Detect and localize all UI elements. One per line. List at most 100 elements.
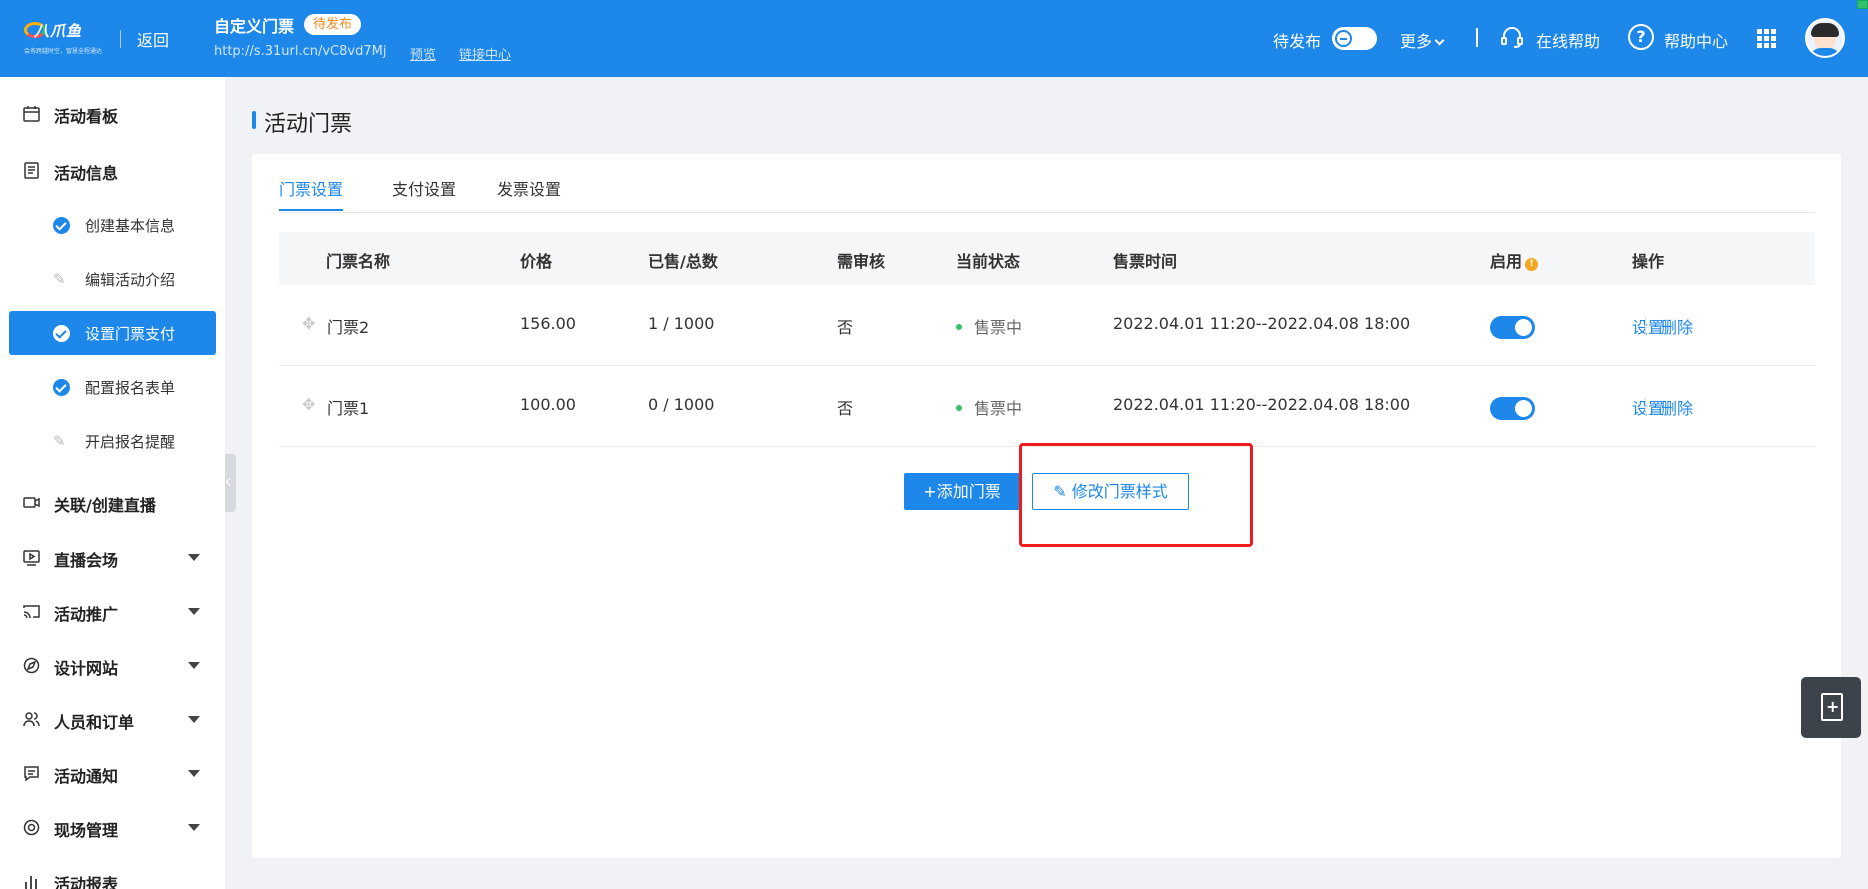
sidebar-item-event-info[interactable]: 活动信息 xyxy=(0,150,225,190)
delete-link[interactable]: 删除 xyxy=(1661,314,1693,338)
enable-toggle[interactable] xyxy=(1490,316,1535,339)
drag-handle-icon[interactable]: ✥ xyxy=(302,314,315,333)
header-divider xyxy=(120,30,121,48)
logo-text: 八爪鱼 xyxy=(34,22,83,40)
op-divider xyxy=(1645,398,1646,416)
sidebar-item-label: 活动报表 xyxy=(54,875,119,889)
drag-handle-icon[interactable]: ✥ xyxy=(302,395,315,414)
ticket-review: 否 xyxy=(837,399,854,418)
heading-accent xyxy=(252,111,256,129)
sidebar-item-label: 活动信息 xyxy=(54,164,119,183)
sidebar-item-label: 设计网站 xyxy=(54,659,119,678)
new-document-float-button[interactable] xyxy=(1801,677,1861,738)
header-separator xyxy=(1476,28,1478,47)
headset-icon xyxy=(1501,27,1523,48)
sub-item-registration-reminder[interactable]: ✎ 开启报名提醒 xyxy=(9,419,216,463)
ticket-price: 100.00 xyxy=(520,395,576,414)
caret-down-icon xyxy=(188,662,200,669)
settings-link[interactable]: 设置 xyxy=(1632,395,1664,419)
pencil-icon: ✎ xyxy=(1053,482,1072,501)
sidebar-collapse-handle[interactable] xyxy=(225,454,236,512)
caret-down-icon xyxy=(188,554,200,561)
ticket-name: 门票1 xyxy=(327,399,370,418)
tab-invoice-settings[interactable]: 发票设置 xyxy=(497,176,561,200)
caret-down-icon xyxy=(188,770,200,777)
help-center-label: 帮助中心 xyxy=(1664,32,1729,51)
sidebar-item-notifications[interactable]: 活动通知 xyxy=(0,753,225,793)
settings-link[interactable]: 设置 xyxy=(1632,314,1664,338)
people-icon xyxy=(23,712,40,727)
page-title: 活动门票 xyxy=(264,112,353,137)
modify-ticket-style-button[interactable]: ✎ 修改门票样式 xyxy=(1032,473,1189,510)
back-button[interactable]: 返回 xyxy=(137,27,169,51)
publish-toggle[interactable] xyxy=(1332,27,1377,50)
caret-down-icon xyxy=(188,608,200,615)
sub-item-label: 编辑活动介绍 xyxy=(85,271,176,289)
pencil-icon: ✎ xyxy=(53,432,66,450)
preview-link[interactable]: 预览 xyxy=(410,44,436,63)
user-avatar[interactable] xyxy=(1805,18,1845,58)
tab-bar: 门票设置 支付设置 发票设置 xyxy=(279,154,1815,213)
sidebar-item-link-live[interactable]: 关联/创建直播 xyxy=(0,482,225,522)
sidebar-item-design-site[interactable]: 设计网站 xyxy=(0,645,225,685)
more-label: 更多 xyxy=(1400,32,1433,51)
calendar-icon xyxy=(23,106,40,122)
sidebar-item-promotion[interactable]: 活动推广 xyxy=(0,591,225,631)
chevron-down-icon xyxy=(1434,35,1445,46)
ticket-sold: 1 / 1000 xyxy=(648,314,715,333)
sidebar-item-dashboard[interactable]: 活动看板 xyxy=(0,93,225,133)
sub-item-registration-form[interactable]: 配置报名表单 xyxy=(9,365,216,409)
event-url: http://s.31url.cn/vC8vd7Mj xyxy=(214,44,387,59)
tab-ticket-settings[interactable]: 门票设置 xyxy=(279,176,344,211)
apps-grid-icon[interactable] xyxy=(1757,29,1777,49)
sidebar-item-onsite[interactable]: 现场管理 xyxy=(0,807,225,847)
compass-icon xyxy=(23,657,40,674)
delete-link[interactable]: 删除 xyxy=(1661,395,1693,419)
ticket-status: 售票中 xyxy=(956,395,1022,419)
top-header: 八爪鱼 会务跨越时空，智慧全程通达 返回 自定义门票 待发布 http://s.… xyxy=(0,0,1868,77)
column-header: 售票时间 xyxy=(1113,252,1178,271)
cast-icon xyxy=(23,605,40,619)
ticket-price: 156.00 xyxy=(520,314,576,333)
target-icon xyxy=(23,819,40,836)
add-ticket-button[interactable]: +添加门票 xyxy=(904,473,1020,510)
sidebar-item-people-orders[interactable]: 人员和订单 xyxy=(0,699,225,739)
sub-item-event-intro[interactable]: ✎ 编辑活动介绍 xyxy=(9,257,216,301)
ticket-review: 否 xyxy=(837,318,854,337)
logo-slogan: 会务跨越时空，智慧全程通达 xyxy=(24,48,103,55)
document-icon xyxy=(24,162,39,179)
tab-payment-settings[interactable]: 支付设置 xyxy=(392,176,456,200)
sub-item-basic-info[interactable]: 创建基本信息 xyxy=(9,203,216,247)
column-header: 价格 xyxy=(520,252,553,271)
table-header: 门票名称 价格 已售/总数 需审核 当前状态 售票时间 启用! 操作 xyxy=(279,232,1815,285)
file-add-icon xyxy=(1821,693,1843,721)
table-row: ✥ 门票2 156.00 1 / 1000 否 售票中 2022.04.01 1… xyxy=(279,285,1815,366)
link-center-link[interactable]: 链接中心 xyxy=(459,44,511,63)
more-menu-button[interactable]: 更多 xyxy=(1400,28,1445,52)
bar-chart-icon xyxy=(25,876,37,889)
sidebar-item-label: 直播会场 xyxy=(54,551,119,570)
status-text: 售票中 xyxy=(974,399,1023,418)
logo[interactable]: 八爪鱼 会务跨越时空，智慧全程通达 xyxy=(24,18,106,56)
video-icon xyxy=(23,497,40,508)
ticket-sale-time: 2022.04.01 11:20--2022.04.08 18:00 xyxy=(1113,314,1411,333)
publish-state-label: 待发布 xyxy=(1273,32,1322,51)
column-header: 已售/总数 xyxy=(648,252,718,271)
column-header: 当前状态 xyxy=(956,252,1021,271)
status-dot-icon xyxy=(956,405,962,411)
sub-item-ticket-payment[interactable]: 设置门票支付 xyxy=(9,311,216,355)
info-icon[interactable]: ! xyxy=(1525,258,1539,271)
sidebar-item-reports[interactable]: 活动报表 xyxy=(0,861,225,889)
column-header: 操作 xyxy=(1632,252,1665,271)
sidebar: 活动看板 活动信息 创建基本信息 ✎ 编辑活动介绍 设置门票支付 配置报名表单 … xyxy=(0,77,225,889)
sidebar-item-label: 活动推广 xyxy=(54,605,119,624)
sub-item-label: 创建基本信息 xyxy=(85,217,176,235)
ticket-sale-time: 2022.04.01 11:20--2022.04.08 18:00 xyxy=(1113,395,1411,414)
sidebar-item-live-venue[interactable]: 直播会场 xyxy=(0,537,225,577)
pencil-icon: ✎ xyxy=(53,270,66,288)
status-badge: 待发布 xyxy=(304,14,362,35)
check-circle-icon xyxy=(53,379,70,396)
enable-toggle[interactable] xyxy=(1490,397,1535,420)
status-dot-icon xyxy=(956,324,962,330)
check-circle-icon xyxy=(53,325,70,342)
